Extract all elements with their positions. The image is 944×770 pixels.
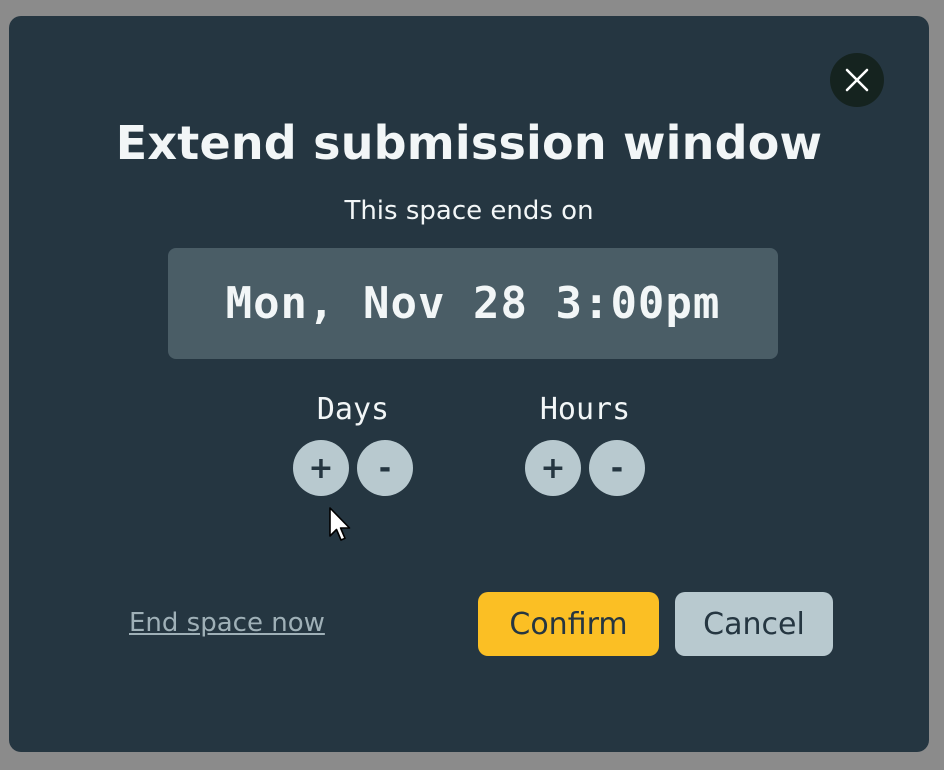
- close-button[interactable]: [830, 53, 884, 107]
- days-increment-button[interactable]: +: [293, 440, 349, 496]
- days-label: Days: [316, 392, 390, 427]
- days-decrement-button[interactable]: -: [357, 440, 413, 496]
- hours-label: Hours: [539, 392, 631, 427]
- hours-stepper: Hours + -: [515, 390, 655, 496]
- modal-subtitle: This space ends on: [344, 196, 594, 226]
- extend-window-modal: Extend submission window This space ends…: [9, 16, 929, 752]
- days-stepper: Days + -: [283, 390, 423, 496]
- modal-title: Extend submission window: [115, 116, 823, 170]
- hours-increment-button[interactable]: +: [525, 440, 581, 496]
- end-space-now-link[interactable]: End space now: [129, 608, 325, 638]
- end-date-text: Mon, Nov 28 3:00pm: [225, 278, 721, 329]
- hours-decrement-button[interactable]: -: [589, 440, 645, 496]
- close-icon: [845, 68, 869, 92]
- mouse-pointer-icon: [329, 507, 351, 541]
- confirm-button[interactable]: Confirm: [478, 592, 659, 656]
- cancel-button[interactable]: Cancel: [675, 592, 833, 656]
- end-date-display: Mon, Nov 28 3:00pm: [168, 248, 778, 359]
